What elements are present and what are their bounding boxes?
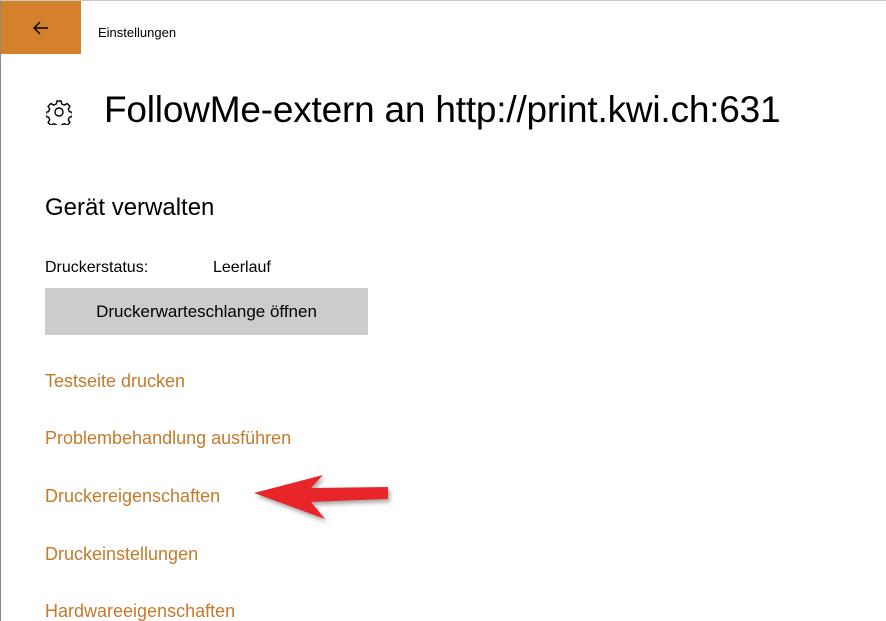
section-title: Gerät verwalten [45, 194, 215, 221]
printer-properties-link[interactable]: Druckereigenschaften [45, 486, 220, 507]
hardware-properties-link[interactable]: Hardwareeigenschaften [45, 601, 235, 621]
title-bar: Einstellungen [1, 1, 886, 54]
print-test-page-link[interactable]: Testseite drucken [45, 371, 185, 392]
page-header: FollowMe-extern an http://print.kwi.ch:6… [44, 89, 781, 131]
red-arrow-icon [251, 471, 396, 532]
open-queue-button[interactable]: Druckerwarteschlange öffnen [45, 288, 368, 335]
status-value: Leerlauf [213, 259, 271, 276]
printing-preferences-link[interactable]: Druckeinstellungen [45, 544, 198, 565]
status-label: Druckerstatus: [45, 259, 149, 276]
back-button[interactable] [1, 1, 81, 54]
troubleshoot-link[interactable]: Problembehandlung ausführen [45, 428, 291, 449]
back-arrow-icon [33, 21, 49, 35]
printer-status: Druckerstatus: Leerlauf [45, 259, 271, 277]
page-title: FollowMe-extern an http://print.kwi.ch:6… [104, 89, 781, 130]
settings-window: Einstellungen FollowMe-extern an http://… [0, 0, 886, 621]
gear-icon [44, 99, 74, 129]
app-title: Einstellungen [98, 25, 177, 40]
